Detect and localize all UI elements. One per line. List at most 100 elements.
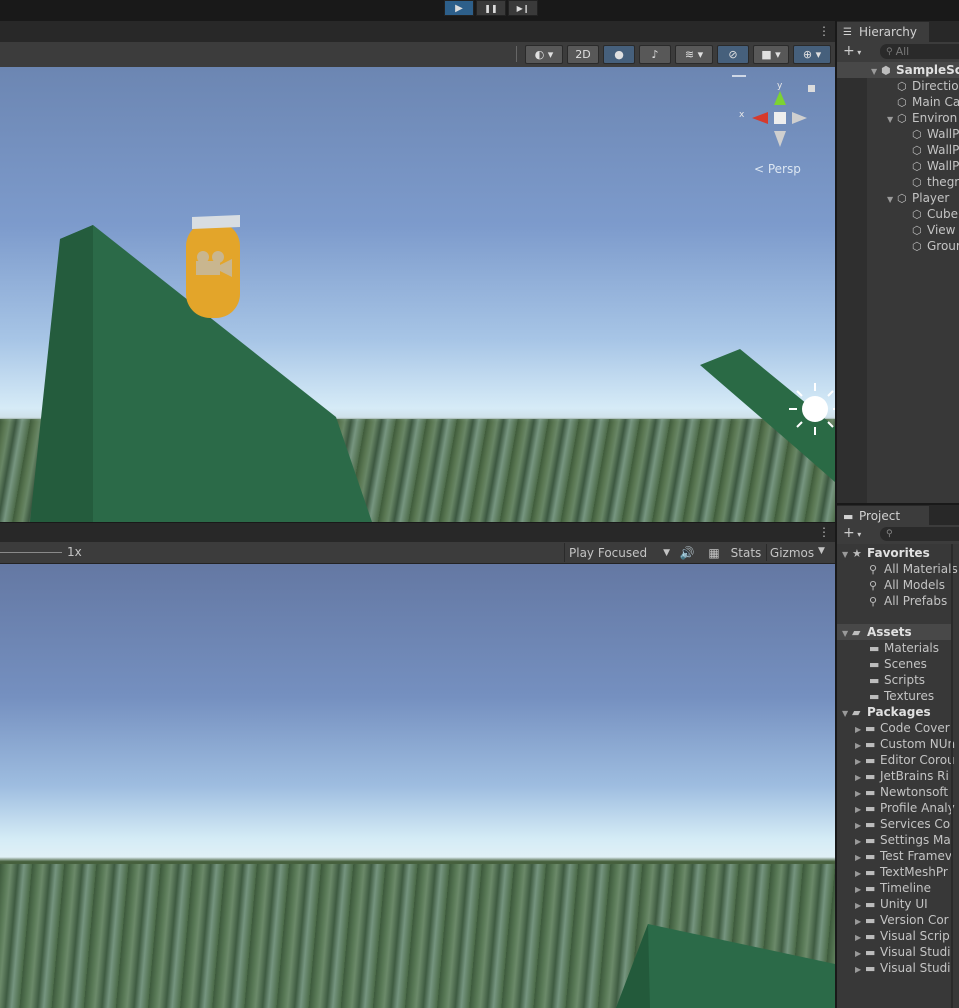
create-asset-button[interactable]: + ▾ bbox=[843, 525, 861, 541]
package-folder[interactable]: ▶ ▬ TextMeshPr bbox=[855, 864, 948, 880]
tab-hierarchy[interactable]: ☰ Hierarchy bbox=[837, 22, 929, 42]
keyboard-icon: ▦ bbox=[708, 545, 720, 560]
play-button[interactable]: ▶ bbox=[444, 0, 474, 16]
gizmos-chevron-icon[interactable]: ▼ bbox=[818, 546, 825, 556]
cube-icon: ⬡ bbox=[912, 224, 922, 237]
stats-button[interactable]: Stats bbox=[728, 544, 764, 561]
hidden-objects-toggle[interactable]: ⊘ bbox=[717, 45, 749, 64]
play-mode-dropdown[interactable]: Play Focused ▼ bbox=[564, 543, 674, 562]
package-label: Code Cover bbox=[880, 721, 950, 735]
assets-header[interactable]: ▼ ▰ Assets bbox=[837, 624, 953, 640]
orientation-gizmo[interactable] bbox=[752, 85, 815, 147]
hierarchy-item[interactable]: ⬡ Grour bbox=[912, 238, 959, 254]
scene-panel-menu-icon[interactable]: ⋮ bbox=[818, 24, 830, 38]
cube-icon: ⬡ bbox=[897, 80, 907, 93]
cube-icon: ⬡ bbox=[912, 176, 922, 189]
game-viewport[interactable] bbox=[0, 564, 835, 1008]
package-folder[interactable]: ▶ ▬ Code Cover bbox=[855, 720, 950, 736]
package-folder[interactable]: ▶ ▬ Visual Scrip bbox=[855, 928, 950, 944]
hierarchy-item[interactable]: ⬡ Directio bbox=[897, 78, 959, 94]
project-split-divider[interactable] bbox=[951, 544, 953, 1008]
project-toolbar: + ▾ ⚲ bbox=[837, 525, 959, 544]
package-folder[interactable]: ▶ ▬ Profile Analy bbox=[855, 800, 955, 816]
step-button[interactable]: ▶❙ bbox=[508, 0, 538, 16]
scene-viewport[interactable]: y x < Persp bbox=[0, 67, 835, 522]
2d-toggle-button[interactable]: 2D bbox=[567, 45, 599, 64]
cube-icon: ⬡ bbox=[912, 240, 922, 253]
project-tab-label: Project bbox=[859, 509, 901, 523]
pause-button[interactable]: ❚❚ bbox=[476, 0, 506, 16]
hierarchy-item[interactable]: ▼ ⬡ Environ bbox=[887, 110, 957, 126]
folder-icon: ▬ bbox=[865, 898, 876, 911]
package-folder[interactable]: ▶ ▬ Visual Studi bbox=[855, 944, 951, 960]
hierarchy-item[interactable]: ⬡ thegr bbox=[912, 174, 959, 190]
game-panel-menu-icon[interactable]: ⋮ bbox=[818, 525, 830, 539]
package-folder[interactable]: ▶ ▬ JetBrains Ri bbox=[855, 768, 949, 784]
add-object-button[interactable]: + ▾ bbox=[843, 43, 861, 59]
tab-project[interactable]: ▬ Project bbox=[837, 506, 929, 526]
hierarchy-item[interactable]: ⬡ Main Ca bbox=[897, 94, 959, 110]
favorite-item[interactable]: ⚲ All Materials bbox=[869, 561, 958, 577]
package-folder[interactable]: ▶ ▬ Test Framev bbox=[855, 848, 952, 864]
lighting-toggle-button[interactable]: ● bbox=[603, 45, 635, 64]
package-folder[interactable]: ▶ ▬ Services Co bbox=[855, 816, 950, 832]
eye-slash-icon: ⊘ bbox=[728, 48, 738, 61]
packages-header[interactable]: ▼ ▰ Packages bbox=[842, 704, 931, 720]
folder-label: Textures bbox=[884, 689, 935, 703]
asset-folder[interactable]: ▬ Textures bbox=[869, 688, 934, 704]
game-toolbar: 1x Play Focused ▼ 🔊 ▦ Stats Gizmos ▼ bbox=[0, 542, 835, 564]
search-icon: ⚲ bbox=[869, 595, 878, 608]
package-folder[interactable]: ▶ ▬ Unity UI bbox=[855, 896, 928, 912]
hierarchy-item[interactable]: ⬡ Cube bbox=[912, 206, 958, 222]
camera-dropdown[interactable]: ■ ▾ bbox=[753, 45, 789, 64]
package-folder[interactable]: ▶ ▬ Newtonsoft bbox=[855, 784, 948, 800]
package-label: Editor Corou bbox=[880, 753, 955, 767]
mute-audio-button[interactable]: 🔊 bbox=[677, 544, 697, 561]
hierarchy-item[interactable]: ⬡ WallP bbox=[912, 142, 959, 158]
speaker-icon: 🔊 bbox=[679, 545, 695, 560]
scale-slider[interactable] bbox=[0, 552, 62, 553]
folder-icon: ▬ bbox=[865, 770, 876, 783]
package-label: Visual Studi bbox=[880, 961, 951, 975]
chevron-right-icon[interactable]: ▶ bbox=[855, 962, 865, 978]
package-folder[interactable]: ▶ ▬ Custom NUn bbox=[855, 736, 955, 752]
perspective-toggle[interactable]: < Persp bbox=[754, 162, 801, 176]
favorites-header[interactable]: ▼ ★ Favorites bbox=[842, 545, 930, 561]
package-folder[interactable]: ▶ ▬ Version Cor bbox=[855, 912, 949, 928]
folder-icon: ▬ bbox=[865, 754, 876, 767]
package-label: JetBrains Ri bbox=[880, 769, 949, 783]
package-folder[interactable]: ▶ ▬ Timeline bbox=[855, 880, 931, 896]
package-folder[interactable]: ▶ ▬ Settings Ma bbox=[855, 832, 951, 848]
folder-icon: ▬ bbox=[869, 690, 880, 703]
scene-toolbar: ◐ ▾ 2D ● ♪ ≋ ▾ ⊘ ■ ▾ ⊕ ▾ bbox=[0, 42, 835, 68]
hierarchy-item[interactable]: ▼ ⬡ Player bbox=[887, 190, 949, 206]
effects-dropdown[interactable]: ≋ ▾ bbox=[675, 45, 713, 64]
audio-toggle-button[interactable]: ♪ bbox=[639, 45, 671, 64]
gizmos-scene-dropdown[interactable]: ⊕ ▾ bbox=[793, 45, 831, 64]
shortcuts-button[interactable]: ▦ bbox=[703, 544, 725, 561]
star-icon: ★ bbox=[852, 547, 862, 560]
shading-mode-dropdown[interactable]: ◐ ▾ bbox=[525, 45, 563, 64]
unity-scene-icon: ⬢ bbox=[881, 64, 891, 77]
folder-label: Materials bbox=[884, 641, 940, 655]
project-search-input[interactable]: ⚲ bbox=[880, 527, 959, 541]
package-folder[interactable]: ▶ ▬ Visual Studi bbox=[855, 960, 951, 976]
asset-folder[interactable]: ▬ Scripts bbox=[869, 672, 925, 688]
favorite-item[interactable]: ⚲ All Prefabs bbox=[869, 593, 947, 609]
scene-root-row[interactable]: ▼ ⬢ SampleSc bbox=[837, 62, 959, 78]
package-label: Custom NUn bbox=[880, 737, 956, 751]
asset-folder[interactable]: ▬ Scenes bbox=[869, 656, 927, 672]
hierarchy-tab-bar: ☰ Hierarchy bbox=[837, 21, 959, 42]
hierarchy-item[interactable]: ⬡ WallP bbox=[912, 126, 959, 142]
game-tab-bar: ⋮ bbox=[0, 523, 835, 542]
hierarchy-search-input[interactable]: ⚲ All bbox=[880, 44, 959, 59]
gizmos-button[interactable]: Gizmos bbox=[766, 544, 817, 561]
asset-folder[interactable]: ▬ Materials bbox=[869, 640, 939, 656]
stats-label: Stats bbox=[730, 545, 762, 560]
hierarchy-item[interactable]: ⬡ WallP bbox=[912, 158, 959, 174]
package-folder[interactable]: ▶ ▬ Editor Corou bbox=[855, 752, 955, 768]
audio-icon: ♪ bbox=[651, 48, 659, 61]
folder-label: Scenes bbox=[884, 657, 927, 671]
hierarchy-item[interactable]: ⬡ View bbox=[912, 222, 955, 238]
favorite-item[interactable]: ⚲ All Models bbox=[869, 577, 945, 593]
